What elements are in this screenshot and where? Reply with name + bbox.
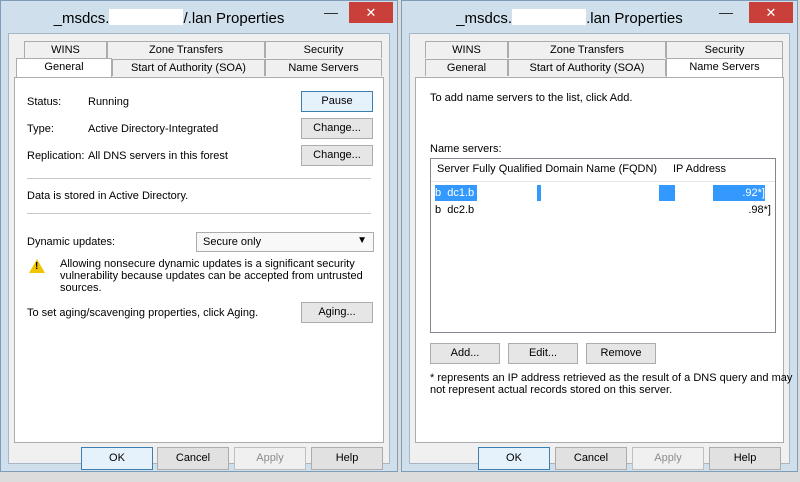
column-fqdn[interactable]: Server Fully Qualified Domain Name (FQDN… bbox=[437, 163, 657, 175]
fqdn-start: b bbox=[435, 187, 442, 199]
redaction bbox=[541, 185, 659, 201]
dynamic-updates-label: Dynamic updates: bbox=[27, 236, 116, 248]
aging-text: To set aging/scavenging properties, clic… bbox=[27, 307, 259, 319]
properties-dialog-name-servers: _msdcs. .lan Properties — ✕ WINS Zone Tra… bbox=[401, 0, 798, 472]
title-bar[interactable]: _msdcs. .lan Properties — ✕ bbox=[402, 1, 797, 33]
separator bbox=[27, 178, 371, 179]
title-redaction bbox=[109, 9, 184, 25]
close-button[interactable]: ✕ bbox=[749, 2, 793, 23]
fqdn-host: dc2.b bbox=[447, 204, 475, 216]
minimize-button[interactable]: — bbox=[716, 5, 736, 23]
edit-button[interactable]: Edit... bbox=[508, 343, 578, 364]
name-servers-label: Name servers: bbox=[430, 143, 502, 155]
fqdn-host: dc1.b bbox=[447, 187, 475, 199]
footnote-line-2: not represent actual records stored on t… bbox=[430, 384, 673, 396]
tab-strip: WINS Zone Transfers Security General Sta… bbox=[415, 41, 784, 77]
title-prefix: _msdcs. bbox=[53, 10, 110, 27]
column-ip[interactable]: IP Address bbox=[673, 163, 726, 175]
tab-strip: WINS Zone Transfers Security General Sta… bbox=[14, 41, 384, 77]
ok-button[interactable]: OK bbox=[81, 447, 153, 470]
cancel-button[interactable]: Cancel bbox=[555, 447, 627, 470]
tab-security[interactable]: Security bbox=[666, 41, 783, 58]
redaction bbox=[477, 185, 537, 201]
name-servers-list[interactable]: Server Fully Qualified Domain Name (FQDN… bbox=[430, 158, 776, 333]
replication-value: All DNS servers in this forest bbox=[88, 150, 228, 162]
stored-in-ad-text: Data is stored in Active Directory. bbox=[27, 190, 189, 202]
tab-name-servers[interactable]: Name Servers bbox=[265, 59, 382, 76]
list-item-ip[interactable]: .92*] bbox=[713, 185, 765, 201]
remove-button[interactable]: Remove bbox=[586, 343, 656, 364]
chevron-down-icon: ▼ bbox=[357, 235, 367, 246]
tab-soa[interactable]: Start of Authority (SOA) bbox=[112, 59, 265, 76]
tab-wins[interactable]: WINS bbox=[425, 41, 508, 58]
title-bar[interactable]: _msdcs. /.lan Properties — ✕ bbox=[1, 1, 397, 33]
close-button[interactable]: ✕ bbox=[349, 2, 393, 23]
tab-zone-transfers[interactable]: Zone Transfers bbox=[107, 41, 265, 58]
tab-security[interactable]: Security bbox=[265, 41, 382, 58]
tab-zone-transfers[interactable]: Zone Transfers bbox=[508, 41, 666, 58]
replication-label: Replication: bbox=[27, 150, 85, 162]
warning-icon: ! bbox=[29, 259, 45, 273]
dialog-client-area: WINS Zone Transfers Security General Sta… bbox=[409, 33, 792, 464]
type-change-button[interactable]: Change... bbox=[301, 118, 373, 139]
status-label: Status: bbox=[27, 96, 62, 108]
name-servers-panel: To add name servers to the list, click A… bbox=[415, 77, 792, 443]
tab-general[interactable]: General bbox=[16, 58, 112, 77]
ok-button[interactable]: OK bbox=[478, 447, 550, 470]
help-button[interactable]: Help bbox=[311, 447, 383, 470]
warning-line-2: vulnerability because updates can be acc… bbox=[60, 270, 363, 282]
tab-general[interactable]: General bbox=[425, 59, 508, 76]
ip-suffix: .98*] bbox=[748, 204, 771, 216]
list-header: Server Fully Qualified Domain Name (FQDN… bbox=[431, 159, 775, 182]
tab-soa[interactable]: Start of Authority (SOA) bbox=[508, 59, 666, 76]
redaction bbox=[477, 202, 537, 218]
pause-button[interactable]: Pause bbox=[301, 91, 373, 112]
title-suffix: /.lan Properties bbox=[183, 10, 285, 27]
type-value: Active Directory-Integrated bbox=[88, 123, 219, 135]
warning-line-3: sources. bbox=[60, 282, 102, 294]
replication-change-button[interactable]: Change... bbox=[301, 145, 373, 166]
general-panel: Status: Running Pause Type: Active Direc… bbox=[14, 77, 384, 443]
dynamic-updates-select[interactable]: Secure only ▼ bbox=[196, 232, 374, 252]
minimize-button[interactable]: — bbox=[321, 5, 341, 23]
properties-dialog-general: _msdcs. /.lan Properties — ✕ WINS Zone Tr… bbox=[0, 0, 398, 472]
window-title: _msdcs. /.lan Properties bbox=[1, 9, 337, 27]
separator bbox=[27, 213, 371, 214]
type-label: Type: bbox=[27, 123, 54, 135]
help-button[interactable]: Help bbox=[709, 447, 781, 470]
ip-suffix: .92*] bbox=[742, 187, 765, 199]
aging-button[interactable]: Aging... bbox=[301, 302, 373, 323]
dynamic-updates-value: Secure only bbox=[203, 236, 262, 248]
title-suffix: .lan Properties bbox=[586, 10, 683, 27]
cancel-button[interactable]: Cancel bbox=[157, 447, 229, 470]
apply-button[interactable]: Apply bbox=[632, 447, 704, 470]
tab-name-servers[interactable]: Name Servers bbox=[666, 58, 783, 77]
intro-text: To add name servers to the list, click A… bbox=[430, 92, 633, 104]
apply-button[interactable]: Apply bbox=[234, 447, 306, 470]
footnote-line-1: * represents an IP address retrieved as … bbox=[430, 372, 793, 384]
fqdn-start: b bbox=[435, 204, 442, 216]
title-redaction bbox=[512, 9, 587, 25]
warning-line-1: Allowing nonsecure dynamic updates is a … bbox=[60, 258, 355, 270]
title-prefix: _msdcs. bbox=[456, 10, 513, 27]
dialog-client-area: WINS Zone Transfers Security General Sta… bbox=[8, 33, 390, 464]
tab-wins[interactable]: WINS bbox=[24, 41, 107, 58]
status-value: Running bbox=[88, 96, 129, 108]
add-button[interactable]: Add... bbox=[430, 343, 500, 364]
window-title: _msdcs. .lan Properties bbox=[402, 9, 737, 27]
